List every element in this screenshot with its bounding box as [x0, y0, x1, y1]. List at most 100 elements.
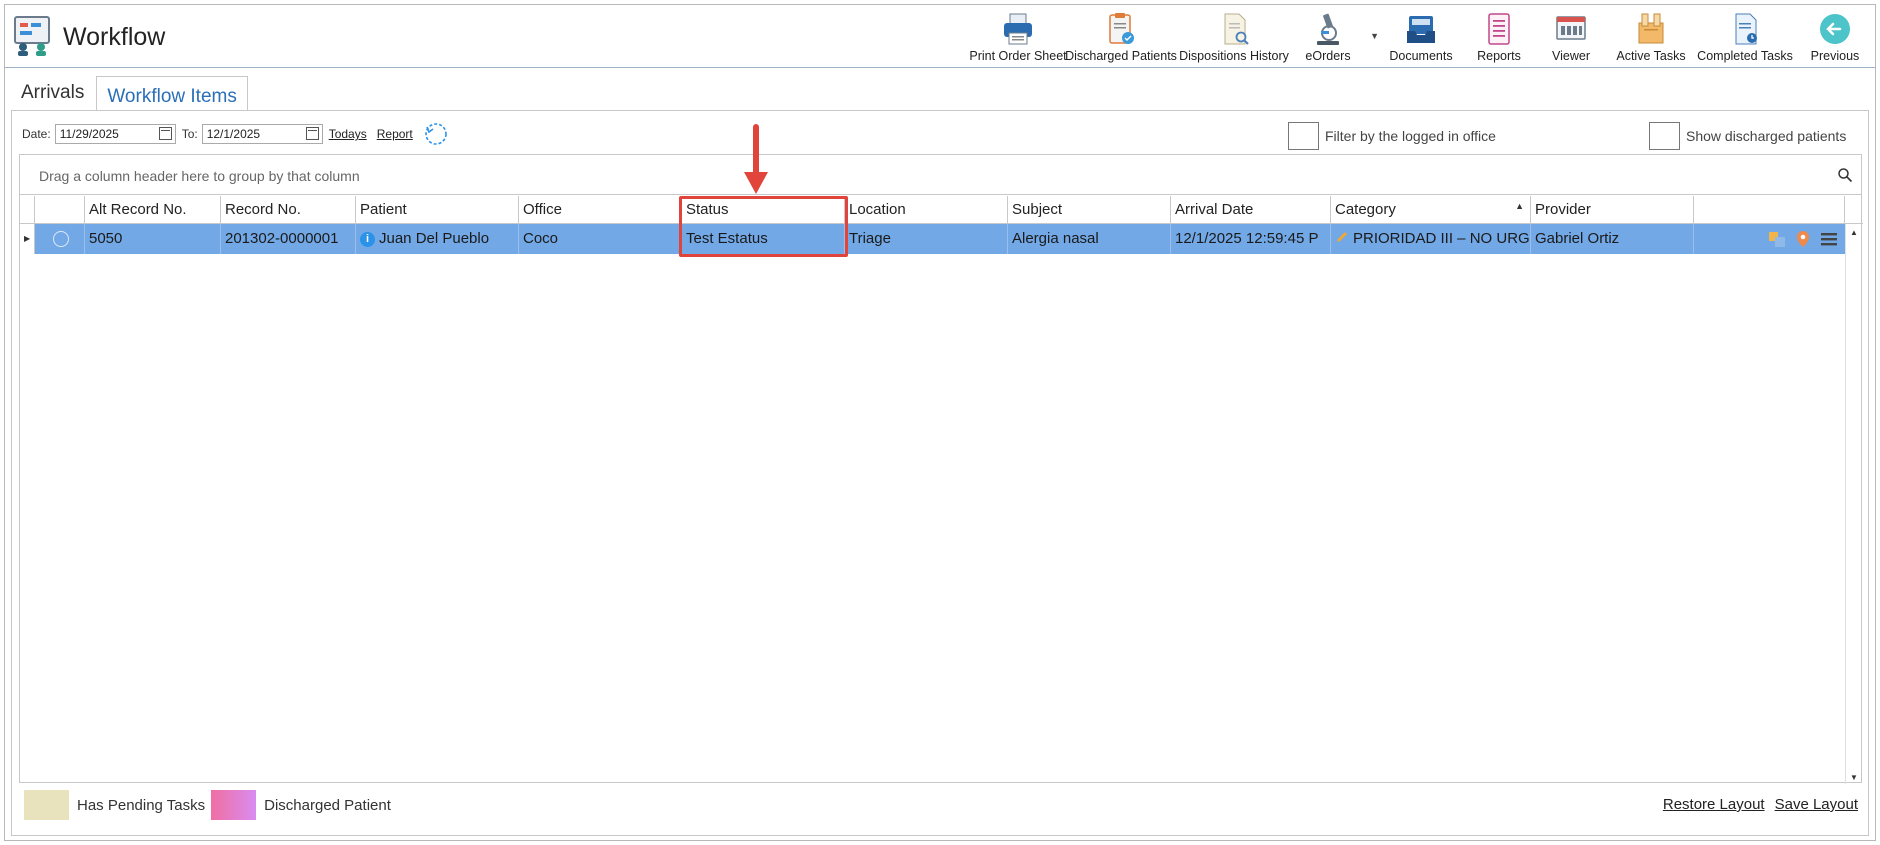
- column-header-alt-record-no[interactable]: Alt Record No.: [85, 196, 221, 224]
- cell-record-no: 201302-0000001: [221, 224, 356, 254]
- row-indicator-icon: ▶: [20, 224, 35, 254]
- column-header-office[interactable]: Office: [519, 196, 682, 224]
- cell-subject: Alergia nasal: [1008, 224, 1171, 254]
- filter-office-option[interactable]: Filter by the logged in office: [1288, 122, 1496, 150]
- discharged-patients-button[interactable]: Discharged Patients: [1065, 7, 1177, 67]
- location-pin-icon[interactable]: [1793, 229, 1813, 249]
- show-discharged-option[interactable]: Show discharged patients: [1649, 122, 1846, 150]
- row-actions: [1695, 224, 1845, 254]
- filter-office-checkbox[interactable]: [1288, 122, 1319, 150]
- category-value: PRIORIDAD III – NO URG: [1353, 230, 1530, 247]
- toolbar-label: eOrders: [1305, 49, 1351, 63]
- vertical-scrollbar[interactable]: ▲ ▼: [1845, 224, 1861, 784]
- inbox-tray-icon: [1407, 16, 1435, 43]
- todays-link[interactable]: Todays: [329, 127, 367, 141]
- info-icon[interactable]: i: [360, 232, 375, 247]
- dispositions-history-button[interactable]: Dispositions History: [1175, 7, 1293, 67]
- workflow-app-icon: [14, 16, 50, 56]
- date-label: Date:: [22, 127, 51, 141]
- patient-name: Juan Del Pueblo: [379, 230, 490, 247]
- workflow-grid: Drag a column header here to group by th…: [19, 154, 1863, 784]
- date-from-field[interactable]: 11/29/2025: [54, 124, 176, 144]
- scroll-down-icon[interactable]: ▼: [1850, 773, 1858, 782]
- legend: Has Pending Tasks Discharged Patient: [24, 790, 391, 820]
- legend-discharged-label: Discharged Patient: [264, 796, 391, 814]
- menu-icon[interactable]: [1819, 229, 1839, 249]
- discharged-patient-swatch: [211, 790, 257, 820]
- column-header-subject[interactable]: Subject: [1008, 196, 1171, 224]
- row-select-radio[interactable]: [53, 231, 69, 247]
- calendar-icon[interactable]: [158, 127, 172, 140]
- status-highlight-box: [679, 196, 848, 257]
- column-header-category-label: Category: [1335, 201, 1396, 218]
- refresh-icon[interactable]: [423, 121, 449, 147]
- cell-office: Coco: [519, 224, 682, 254]
- column-header-provider[interactable]: Provider: [1531, 196, 1694, 224]
- toolbar-label: Print Order Sheet: [969, 49, 1067, 63]
- column-header-category[interactable]: Category ▲: [1331, 196, 1531, 224]
- discharged-clipboard-icon: [1109, 13, 1134, 44]
- group-by-panel[interactable]: Drag a column header here to group by th…: [20, 155, 1861, 195]
- active-tasks-button[interactable]: Active Tasks: [1611, 7, 1691, 67]
- tab-arrivals[interactable]: Arrivals: [11, 76, 94, 110]
- task-box-icon: [1638, 13, 1664, 44]
- column-header-arrival-date[interactable]: Arrival Date: [1171, 196, 1331, 224]
- print-order-sheet-button[interactable]: Print Order Sheet: [969, 7, 1067, 67]
- microscope-icon: [1317, 13, 1339, 45]
- cell-arrival-date: 12/1/2025 12:59:45 P: [1171, 224, 1331, 254]
- header-bar: Workflow Print Order Sheet Discharged Pa…: [5, 5, 1875, 68]
- tab-workflow-items[interactable]: Workflow Items: [96, 76, 248, 110]
- sort-ascending-icon: ▲: [1515, 201, 1524, 211]
- copy-tasks-icon[interactable]: [1767, 229, 1787, 249]
- eorders-button[interactable]: eOrders ▼: [1293, 7, 1379, 67]
- toolbar-label: Dispositions History: [1179, 49, 1289, 63]
- toolbar-label: Previous: [1810, 49, 1860, 63]
- cell-category: PRIORIDAD III – NO URG: [1331, 224, 1531, 254]
- restore-layout-link[interactable]: Restore Layout: [1663, 796, 1765, 813]
- toolbar: Print Order Sheet Discharged Patients Di…: [969, 7, 1871, 67]
- viewer-window-icon: [1556, 16, 1586, 40]
- cell-location: Triage: [845, 224, 1008, 254]
- annotation-arrow-icon: [744, 124, 768, 194]
- row-select-cell[interactable]: [35, 224, 85, 254]
- group-by-hint: Drag a column header here to group by th…: [39, 168, 360, 184]
- toolbar-label: Viewer: [1552, 49, 1590, 63]
- date-to-value: 12/1/2025: [206, 127, 261, 141]
- date-filter-bar: Date: 11/29/2025 To: 12/1/2025 Todays Re…: [22, 120, 449, 148]
- date-to-field[interactable]: 12/1/2025: [201, 124, 323, 144]
- filter-office-label: Filter by the logged in office: [1325, 128, 1496, 144]
- toolbar-label: Discharged Patients: [1065, 49, 1177, 63]
- app-title: Workflow: [63, 23, 166, 51]
- save-layout-link[interactable]: Save Layout: [1775, 796, 1858, 813]
- documents-button[interactable]: Documents: [1375, 7, 1467, 67]
- reports-button[interactable]: Reports: [1467, 7, 1531, 67]
- show-discharged-label: Show discharged patients: [1686, 128, 1847, 144]
- report-list-icon: [1488, 13, 1510, 45]
- toolbar-label: Reports: [1477, 49, 1521, 63]
- pencil-icon: [1337, 232, 1347, 242]
- column-header-actions: [1694, 196, 1845, 224]
- cell-alt-record-no: 5050: [85, 224, 221, 254]
- document-search-icon: [1224, 13, 1249, 45]
- toolbar-label: Documents: [1389, 49, 1453, 63]
- layout-links: Restore Layout Save Layout: [1663, 796, 1858, 813]
- header-select-cell: [35, 196, 85, 224]
- to-label: To:: [181, 127, 198, 141]
- printer-icon: [1004, 13, 1032, 45]
- column-header-patient[interactable]: Patient: [356, 196, 519, 224]
- viewer-button[interactable]: Viewer: [1531, 7, 1611, 67]
- previous-button[interactable]: Previous: [1799, 7, 1871, 67]
- completed-tasks-button[interactable]: Completed Tasks: [1691, 7, 1799, 67]
- pending-tasks-swatch: [24, 790, 69, 820]
- show-discharged-checkbox[interactable]: [1649, 122, 1680, 150]
- column-header-location[interactable]: Location: [845, 196, 1008, 224]
- calendar-icon[interactable]: [305, 127, 319, 140]
- search-icon[interactable]: [1837, 167, 1853, 183]
- toolbar-label: Completed Tasks: [1697, 49, 1793, 63]
- column-header-row: Alt Record No. Record No. Patient Office…: [20, 196, 1863, 224]
- report-link[interactable]: Report: [377, 127, 413, 141]
- toolbar-label: Active Tasks: [1616, 49, 1686, 63]
- table-row[interactable]: ▶ 5050 201302-0000001 i Juan Del Pueblo C…: [20, 224, 1845, 254]
- scroll-up-icon[interactable]: ▲: [1850, 228, 1858, 237]
- column-header-record-no[interactable]: Record No.: [221, 196, 356, 224]
